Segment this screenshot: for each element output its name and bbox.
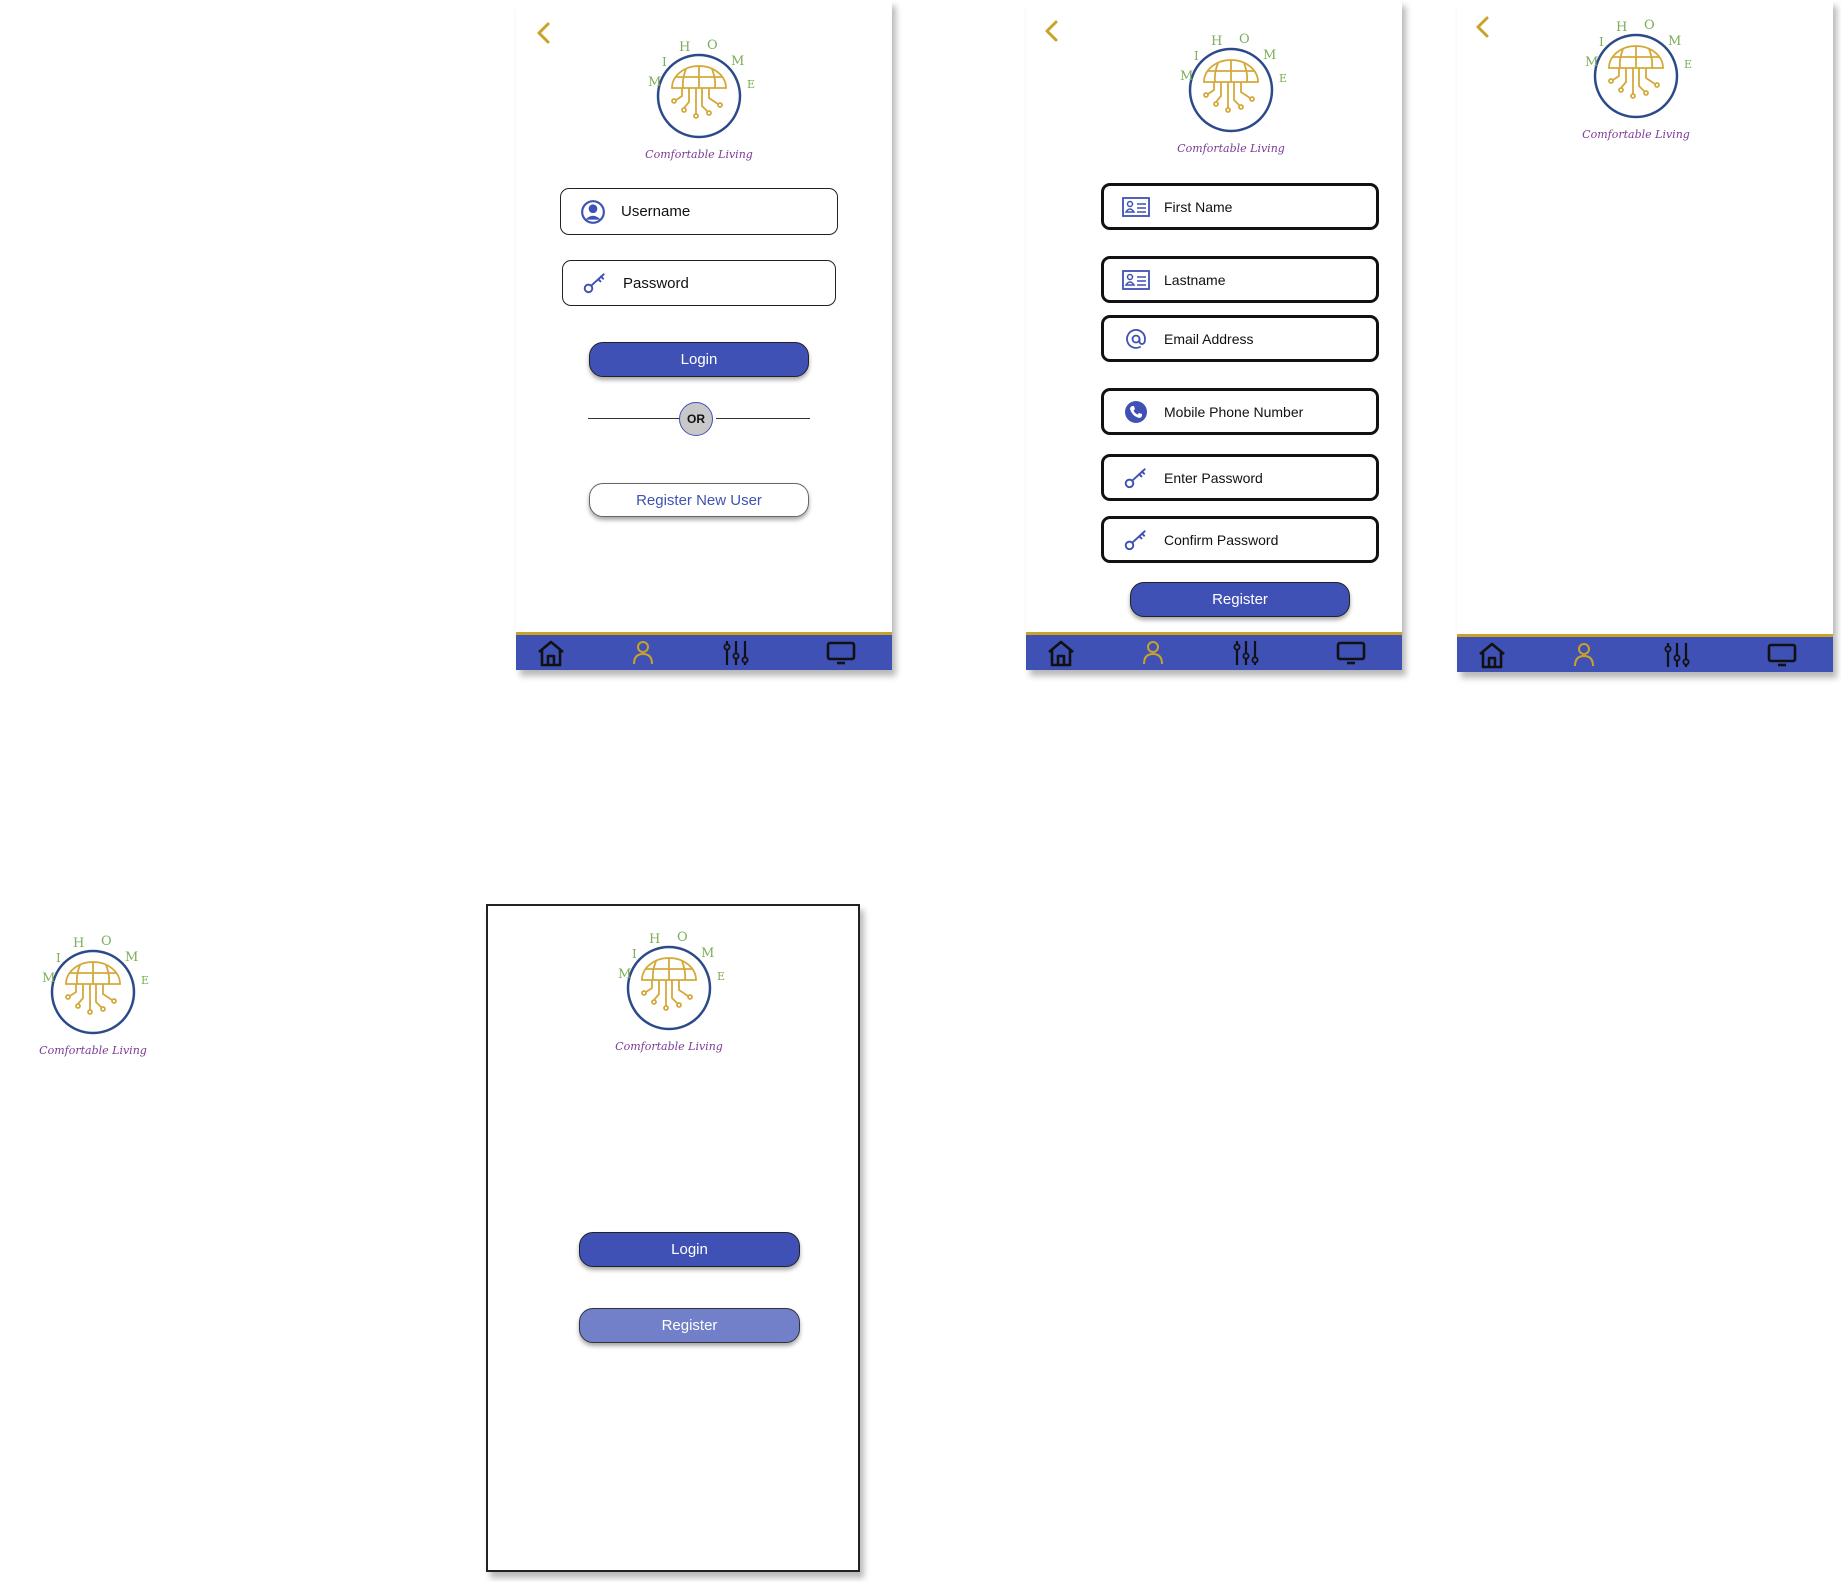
username-label: Username — [621, 203, 691, 220]
sliders-icon — [1662, 641, 1692, 669]
mihome-logo — [1166, 18, 1296, 168]
login-button[interactable]: Login — [589, 342, 809, 377]
nav-devices[interactable] — [1767, 641, 1797, 669]
register-button[interactable]: Register — [1130, 582, 1350, 617]
first-name-field[interactable]: First Name — [1101, 183, 1379, 230]
phone-icon — [1124, 400, 1148, 424]
or-divider-left — [588, 418, 682, 419]
bottom-navbar — [1457, 634, 1833, 672]
monitor-icon — [1336, 639, 1366, 667]
nav-home[interactable] — [536, 639, 566, 667]
lastname-label: Lastname — [1164, 271, 1226, 288]
nav-profile[interactable] — [628, 639, 658, 667]
enter-password-field[interactable]: Enter Password — [1101, 454, 1379, 501]
confirm-password-label: Confirm Password — [1164, 531, 1279, 548]
nav-controls[interactable] — [1662, 641, 1692, 669]
welcome-screen: Login Register — [486, 904, 860, 1572]
welcome-login-button[interactable]: Login — [579, 1232, 800, 1267]
register-new-user-button[interactable]: Register New User — [589, 483, 809, 517]
at-sign-icon — [1124, 327, 1148, 351]
enter-password-label: Enter Password — [1164, 469, 1263, 486]
key-icon — [582, 270, 608, 296]
password-field[interactable]: Password — [562, 260, 836, 306]
back-chevron-icon[interactable] — [1471, 12, 1493, 42]
user-icon — [1569, 641, 1599, 669]
mihome-logo — [1571, 4, 1701, 154]
username-field[interactable]: Username — [560, 188, 838, 235]
bottom-navbar — [1026, 632, 1402, 670]
confirm-password-field[interactable]: Confirm Password — [1101, 516, 1379, 563]
mihome-logo — [634, 24, 764, 174]
mobile-phone-label: Mobile Phone Number — [1164, 403, 1304, 420]
key-icon — [1123, 465, 1149, 491]
register-screen: First Name Lastname Email Address Mobile… — [1026, 0, 1402, 670]
first-name-label: First Name — [1164, 198, 1233, 215]
password-label: Password — [623, 274, 689, 292]
sliders-icon — [1231, 639, 1261, 667]
bottom-navbar — [516, 632, 892, 670]
home-icon — [1477, 641, 1507, 669]
home-icon — [536, 639, 566, 667]
lastname-field[interactable]: Lastname — [1101, 256, 1379, 303]
email-field[interactable]: Email Address — [1101, 315, 1379, 362]
welcome-register-button[interactable]: Register — [579, 1308, 800, 1343]
nav-home[interactable] — [1046, 639, 1076, 667]
nav-devices[interactable] — [1336, 639, 1366, 667]
key-icon — [1123, 527, 1149, 553]
sliders-icon — [721, 639, 751, 667]
monitor-icon — [1767, 641, 1797, 669]
nav-home[interactable] — [1477, 641, 1507, 669]
standalone-mihome-logo — [28, 920, 158, 1070]
id-card-icon — [1122, 270, 1150, 290]
or-divider-right — [716, 418, 810, 419]
email-label: Email Address — [1164, 330, 1254, 347]
mobile-phone-field[interactable]: Mobile Phone Number — [1101, 388, 1379, 435]
user-circle-icon — [580, 199, 606, 225]
id-card-icon — [1122, 197, 1150, 217]
back-chevron-icon[interactable] — [532, 18, 554, 48]
back-chevron-icon[interactable] — [1040, 16, 1062, 46]
user-icon — [1138, 639, 1168, 667]
nav-controls[interactable] — [721, 639, 751, 667]
user-icon — [628, 639, 658, 667]
nav-profile[interactable] — [1569, 641, 1599, 669]
monitor-icon — [826, 639, 856, 667]
mihome-logo — [604, 916, 734, 1066]
home-screen — [1457, 0, 1833, 672]
nav-controls[interactable] — [1231, 639, 1261, 667]
login-screen: Username Password Login OR Register New … — [516, 0, 892, 670]
or-badge: OR — [679, 402, 713, 436]
home-icon — [1046, 639, 1076, 667]
nav-devices[interactable] — [826, 639, 856, 667]
nav-profile[interactable] — [1138, 639, 1168, 667]
